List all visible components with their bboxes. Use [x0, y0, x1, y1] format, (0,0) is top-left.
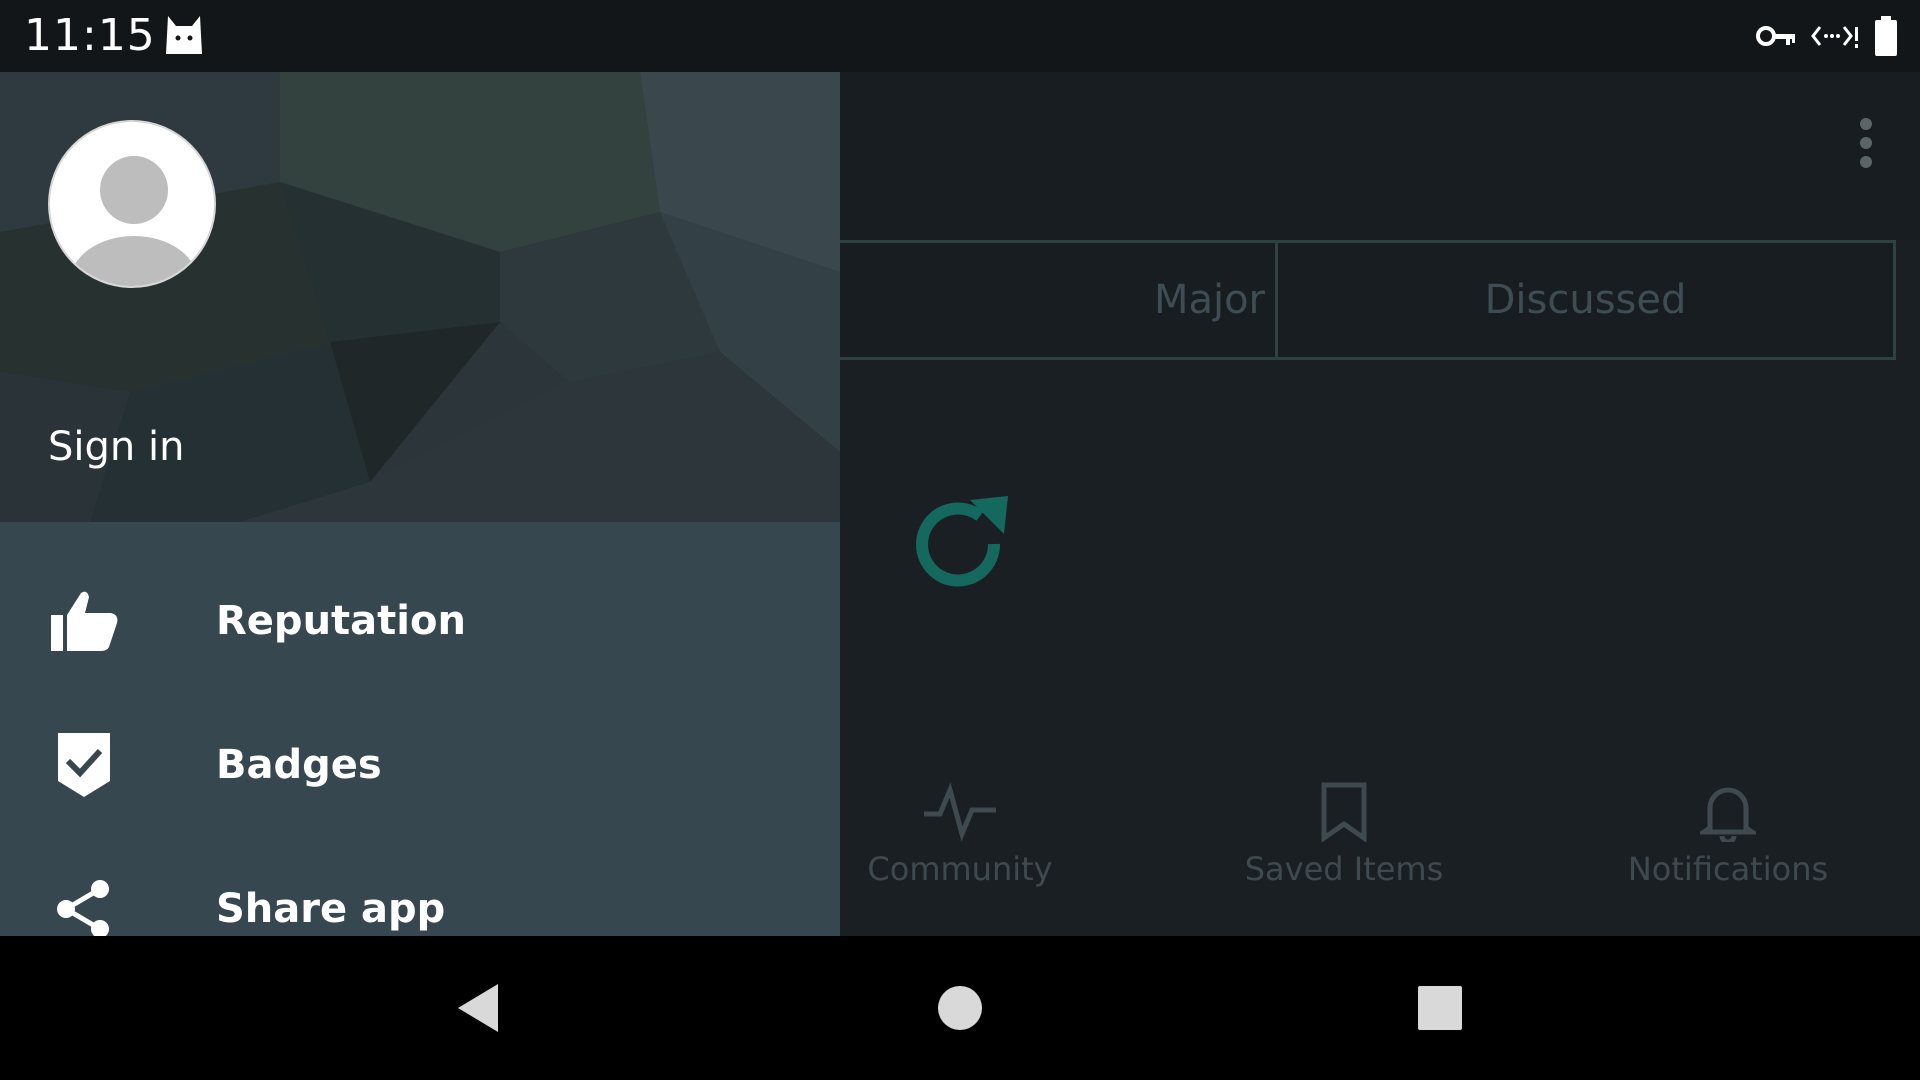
nav-saved-items-label: Saved Items: [1244, 850, 1444, 888]
vpn-key-icon: [1756, 24, 1796, 53]
drawer-item-share-app-label: Share app: [216, 886, 446, 932]
tab-major[interactable]: Major: [773, 243, 1278, 357]
avatar[interactable]: [48, 120, 216, 288]
status-bar: 11:15: [0, 0, 1920, 72]
back-icon[interactable]: [442, 972, 514, 1044]
navigation-drawer: Sign in Reputation Badges Share app: [0, 72, 840, 936]
tab-major-label: Major: [1153, 277, 1265, 323]
overflow-menu-icon[interactable]: [1854, 118, 1878, 178]
home-icon[interactable]: [924, 972, 996, 1044]
nav-community-label: Community: [867, 850, 1053, 888]
nav-notifications-label: Notifications: [1627, 850, 1829, 888]
cat-icon: [164, 14, 204, 56]
system-navigation-bar: [0, 936, 1920, 1080]
drawer-header: Sign in: [0, 72, 840, 522]
share-icon: [48, 873, 120, 936]
activity-icon: [924, 782, 996, 842]
bookmark-icon: [1321, 782, 1367, 842]
bell-icon: [1700, 787, 1756, 842]
tab-strip: Major Discussed: [770, 240, 1896, 360]
nav-saved-items[interactable]: Saved Items: [1224, 782, 1464, 888]
badge-check-icon: [48, 729, 120, 801]
drawer-item-badges-label: Badges: [216, 742, 382, 788]
nav-community[interactable]: Community: [840, 782, 1080, 888]
drawer-item-badges[interactable]: Badges: [0, 700, 840, 830]
drawer-item-share-app[interactable]: Share app: [0, 844, 840, 936]
battery-icon: [1874, 16, 1898, 61]
drawer-item-reputation[interactable]: Reputation: [0, 556, 840, 686]
data-transfer-icon: [1810, 21, 1860, 56]
tab-discussed[interactable]: Discussed: [1278, 243, 1893, 357]
tab-discussed-label: Discussed: [1484, 277, 1687, 323]
sign-in-link[interactable]: Sign in: [48, 424, 184, 470]
nav-notifications[interactable]: Notifications: [1608, 782, 1848, 888]
recent-apps-icon[interactable]: [1404, 972, 1476, 1044]
thumbs-up-icon: [48, 585, 120, 657]
refresh-icon[interactable]: [906, 492, 1016, 602]
drawer-item-reputation-label: Reputation: [216, 598, 466, 644]
status-icons: [1756, 16, 1898, 61]
status-time: 11:15: [24, 10, 156, 61]
bottom-navigation: Community Saved Items Notifications: [840, 782, 1920, 932]
